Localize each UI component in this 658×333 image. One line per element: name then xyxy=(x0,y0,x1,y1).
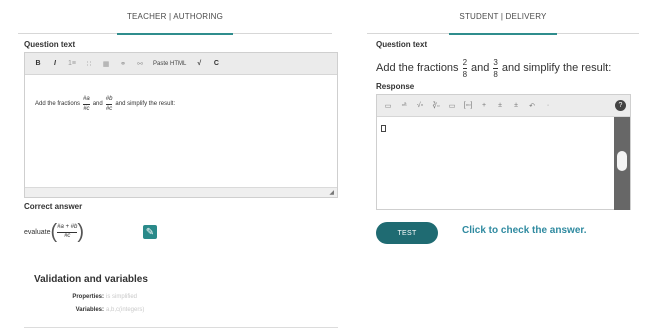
link-button[interactable]: ⚭ xyxy=(116,57,130,71)
fraction-b-over-c: #b #c xyxy=(105,96,113,113)
correct-answer-field[interactable]: evaluate ( #a + #b #c ) xyxy=(24,218,112,246)
more-button[interactable]: · xyxy=(543,102,553,109)
authoring-question-label: Question text xyxy=(24,40,76,49)
correct-answer-label: Correct answer xyxy=(24,202,83,211)
answer-function: evaluate xyxy=(24,228,51,236)
fraction-numerator: #a xyxy=(83,96,90,102)
fraction-numerator: 2 xyxy=(462,58,468,67)
test-button[interactable]: TEST xyxy=(376,222,438,244)
input-cursor-box[interactable] xyxy=(381,125,386,132)
power-template-button[interactable]: ▫ᵃ xyxy=(399,102,409,109)
formula-button[interactable]: √ xyxy=(192,57,206,71)
test-hint: Click to check the answer. xyxy=(462,225,587,236)
answer-fraction: #a + #b #c xyxy=(57,223,78,241)
box-template-button[interactable]: ▭ xyxy=(447,102,457,110)
variables-label: Variables: xyxy=(75,307,104,313)
bold-button[interactable]: B xyxy=(31,57,45,71)
keyboard-panel-toggle[interactable] xyxy=(614,117,630,210)
left-paren-icon: ( xyxy=(50,221,58,243)
fraction-denominator: #c xyxy=(105,105,113,112)
question-and: and xyxy=(471,62,490,75)
ordered-list-button[interactable]: 1≡ xyxy=(65,57,79,71)
tab-delivery[interactable]: STUDENT | DELIVERY xyxy=(367,0,639,35)
fraction-a-over-c: #a #c xyxy=(83,96,90,113)
math-toolbar: ▭ ▫ᵃ √▫ ∛▫ ▭ [▫▫] + ± ± ↶ · ? xyxy=(377,95,630,117)
properties-value[interactable]: is simplified xyxy=(106,294,137,300)
editor-text-suffix: and simplify the result: xyxy=(115,101,176,108)
right-paren-icon: ) xyxy=(77,221,84,243)
hand-icon xyxy=(617,151,627,171)
unlink-button[interactable]: ⚯ xyxy=(133,57,147,71)
fraction-bar xyxy=(57,231,78,233)
minusplus-button[interactable]: ± xyxy=(511,102,521,109)
tab-authoring[interactable]: TEACHER | AUTHORING xyxy=(18,0,332,35)
delivery-question: Add the fractions 2 8 and 3 8 and simpli… xyxy=(376,58,611,79)
question-prefix: Add the fractions xyxy=(376,62,459,75)
editor-text-prefix: Add the fractions xyxy=(35,101,81,108)
answer-numerator: #a + #b xyxy=(57,223,78,230)
edit-check-icon: ✎ xyxy=(145,226,155,238)
tab-delivery-label: STUDENT | DELIVERY xyxy=(449,1,557,35)
tab-authoring-label: TEACHER | AUTHORING xyxy=(116,1,234,35)
validation-title: Validation and variables xyxy=(34,274,148,285)
fraction-bar xyxy=(493,68,498,69)
plus-button[interactable]: + xyxy=(479,102,489,109)
validation-panel: Validation and variables Properties: is … xyxy=(24,262,338,322)
response-label: Response xyxy=(376,82,415,91)
clear-button[interactable]: C xyxy=(209,57,223,71)
paste-html-button[interactable]: Paste HTML xyxy=(150,57,189,71)
fraction-bar xyxy=(83,104,90,105)
fraction-numerator: 3 xyxy=(493,58,498,67)
answer-denominator: #c xyxy=(64,233,71,240)
question-editor[interactable]: B I 1≡ ∷ ▦ ⚭ ⚯ Paste HTML √ C Add the fr… xyxy=(24,52,338,198)
divider xyxy=(24,327,338,328)
question-suffix: and simplify the result: xyxy=(501,62,612,75)
matrix-template-button[interactable]: [▫▫] xyxy=(463,102,473,109)
editor-statusbar: ◢ xyxy=(25,187,337,197)
fraction-3-over-8: 3 8 xyxy=(493,58,498,79)
fraction-template-button[interactable]: ▭ xyxy=(383,102,393,110)
editor-content[interactable]: Add the fractions #a #c and #b #c and si… xyxy=(35,96,175,113)
properties-label: Properties: xyxy=(72,294,104,300)
plusminus-button[interactable]: ± xyxy=(495,102,505,109)
nthroot-template-button[interactable]: ∛▫ xyxy=(431,102,441,110)
response-editor[interactable]: ▭ ▫ᵃ √▫ ∛▫ ▭ [▫▫] + ± ± ↶ · ? xyxy=(376,94,631,210)
help-icon[interactable]: ? xyxy=(615,100,626,111)
fraction-bar xyxy=(462,68,468,69)
undo-button[interactable]: ↶ xyxy=(527,102,537,110)
variables-value[interactable]: a,b,c(integers) xyxy=(106,307,144,313)
resize-handle-icon[interactable]: ◢ xyxy=(329,189,334,196)
editor-text-and: and xyxy=(92,101,103,108)
edit-answer-button[interactable]: ✎ xyxy=(143,225,157,239)
sqrt-template-button[interactable]: √▫ xyxy=(415,102,425,109)
fraction-numerator: #b xyxy=(105,96,113,102)
delivery-question-label: Question text xyxy=(376,40,428,49)
fraction-bar xyxy=(105,104,113,105)
table-button[interactable]: ▦ xyxy=(99,57,113,71)
fraction-denominator: 8 xyxy=(493,69,498,79)
editor-toolbar: B I 1≡ ∷ ▦ ⚭ ⚯ Paste HTML √ C xyxy=(25,53,337,75)
fraction-denominator: 8 xyxy=(462,69,468,79)
fraction-2-over-8: 2 8 xyxy=(462,58,468,79)
bullet-list-button[interactable]: ∷ xyxy=(82,57,96,71)
fraction-denominator: #c xyxy=(83,105,90,112)
italic-button[interactable]: I xyxy=(48,57,62,71)
